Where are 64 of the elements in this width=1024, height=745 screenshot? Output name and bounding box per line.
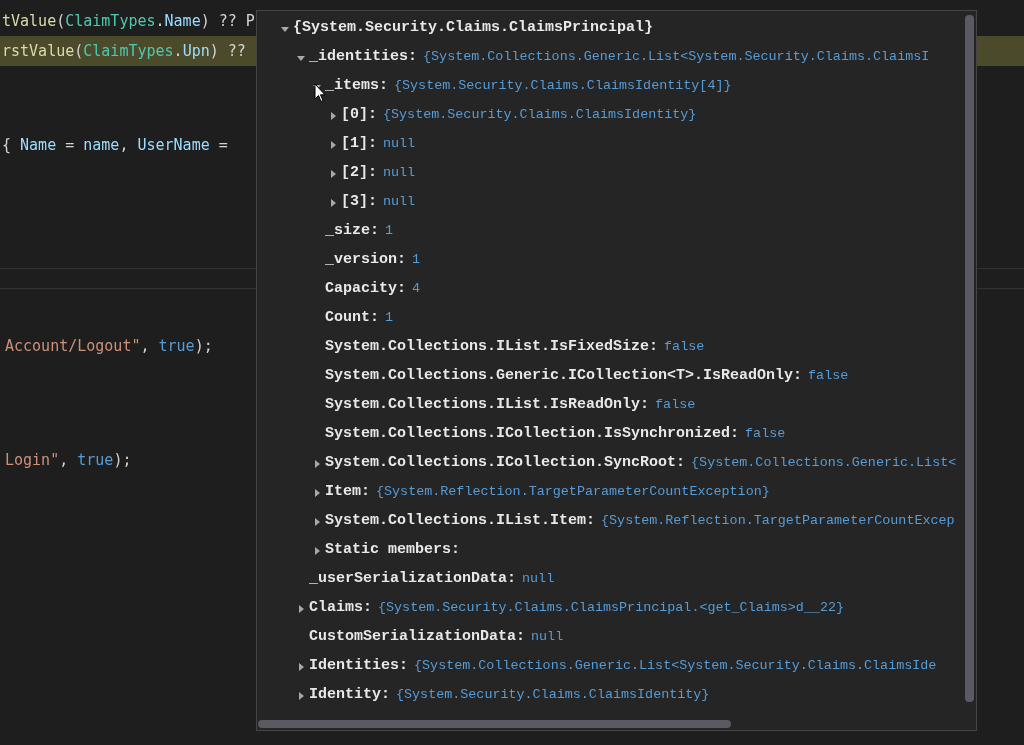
property-name: Identities: <box>309 656 409 677</box>
horizontal-scrollbar[interactable] <box>258 720 731 728</box>
property-value: {System.Security.Claims.ClaimsIdentity} <box>396 686 710 705</box>
property-value: false <box>808 367 849 386</box>
code-line: { Name = name, UserName = <box>1 135 228 156</box>
expand-arrow-icon[interactable] <box>328 197 338 208</box>
property-name: System.Collections.IList.Item: <box>325 511 596 532</box>
property-name: _version: <box>325 250 406 271</box>
property-value: {System.Reflection.TargetParameterCountException} <box>376 483 770 502</box>
property-name: CustomSerializationData: <box>309 627 526 648</box>
property-name: {System.Security.Claims.ClaimsPrincipal} <box>293 18 654 39</box>
property-name: System.Collections.ICollection.SyncRoot: <box>325 453 686 474</box>
expand-arrow-icon[interactable] <box>312 487 322 498</box>
property-value: null <box>522 570 555 589</box>
expand-arrow-icon[interactable] <box>312 458 322 469</box>
property-name: _userSerializationData: <box>309 569 517 590</box>
property-value: false <box>745 425 786 444</box>
property-value: 1 <box>385 309 394 328</box>
property-value: false <box>655 396 696 415</box>
pointer-icon <box>314 83 326 103</box>
property-name: System.Collections.IList.IsFixedSize: <box>325 337 659 358</box>
property-value: {System.Reflection.TargetParameterCountExcep <box>601 512 955 531</box>
property-value: {System.Collections.Generic.List< <box>691 454 957 473</box>
property-name: Item: <box>325 482 370 503</box>
property-name: System.Collections.Generic.ICollection<T>.IsReadOnly: <box>325 366 803 387</box>
property-value: null <box>383 135 416 154</box>
property-value: {System.Collections.Generic.List<System.Security.Claims.ClaimsI <box>423 48 930 67</box>
property-value: 1 <box>412 251 421 270</box>
property-name: _items: <box>325 76 388 97</box>
expand-arrow-icon[interactable] <box>296 690 306 701</box>
property-name: System.Collections.ICollection.IsSynchronized: <box>325 424 740 445</box>
property-name: Identity: <box>309 685 390 706</box>
property-value: null <box>531 628 564 647</box>
property-name: [1]: <box>341 134 377 155</box>
property-name: Capacity: <box>325 279 406 300</box>
expand-arrow-icon[interactable] <box>328 168 338 179</box>
property-name: [3]: <box>341 192 377 213</box>
property-name: _size: <box>325 221 379 242</box>
expand-arrow-icon[interactable] <box>312 516 322 527</box>
expand-arrow-icon[interactable] <box>296 603 306 614</box>
property-value: false <box>664 338 705 357</box>
expand-arrow-icon[interactable] <box>328 110 338 121</box>
property-name: [2]: <box>341 163 377 184</box>
property-value: null <box>383 193 416 212</box>
property-value: {System.Collections.Generic.List<System.Security.Claims.ClaimsIde <box>414 657 937 676</box>
property-name: Claims: <box>309 598 372 619</box>
property-value: 4 <box>412 280 421 299</box>
property-name: Static members: <box>325 540 461 561</box>
property-value: {System.Security.Claims.ClaimsIdentity} <box>383 106 697 125</box>
expand-arrow-icon[interactable] <box>296 661 306 672</box>
expand-arrow-icon[interactable] <box>328 139 338 150</box>
property-name: _identities: <box>309 47 418 68</box>
vertical-scrollbar[interactable] <box>965 15 974 702</box>
property-name: System.Collections.IList.IsReadOnly: <box>325 395 650 416</box>
code-line: Account/Logout", true); <box>4 336 213 357</box>
property-value: 1 <box>385 222 394 241</box>
code-line: tValue(ClaimTypes.Name) ?? P <box>1 11 255 32</box>
property-value: null <box>383 164 416 183</box>
property-name: Count: <box>325 308 379 329</box>
code-line: Login", true); <box>4 450 132 471</box>
expand-arrow-icon[interactable] <box>312 545 322 556</box>
property-value: {System.Security.Claims.ClaimsPrincipal.<get_Claims>d__22} <box>378 599 845 618</box>
property-value: {System.Security.Claims.ClaimsIdentity[4]} <box>394 77 732 96</box>
property-name: [0]: <box>341 105 377 126</box>
